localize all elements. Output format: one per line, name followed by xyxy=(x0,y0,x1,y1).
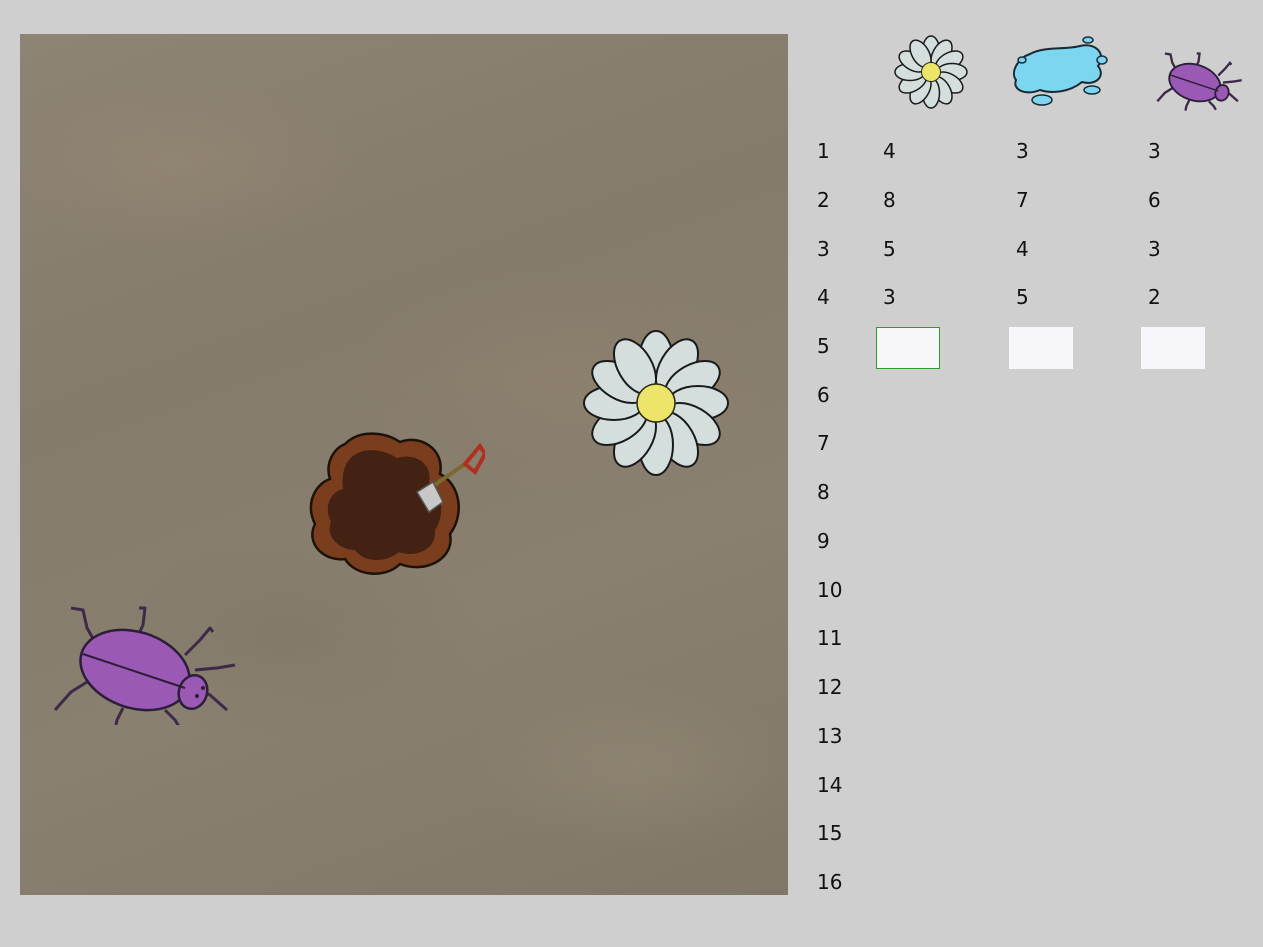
row-number: 13 xyxy=(817,724,843,748)
flower-count-input[interactable] xyxy=(876,327,940,369)
puddle-count: 3 xyxy=(1016,139,1029,163)
flower-count: 8 xyxy=(883,188,896,212)
puddle-count: 4 xyxy=(1016,237,1029,261)
puddle-count: 7 xyxy=(1016,188,1029,212)
row-number: 8 xyxy=(817,480,830,504)
row-number: 9 xyxy=(817,529,830,553)
beetle-count-input[interactable] xyxy=(1141,327,1205,369)
flower-count: 4 xyxy=(883,139,896,163)
beetle-count: 2 xyxy=(1148,285,1161,309)
flower-count: 5 xyxy=(883,237,896,261)
row-number: 12 xyxy=(817,675,843,699)
row-number: 16 xyxy=(817,870,843,894)
play-field[interactable] xyxy=(20,34,788,895)
row-number: 15 xyxy=(817,821,843,845)
flower-icon[interactable] xyxy=(580,327,732,479)
flower-count: 3 xyxy=(883,285,896,309)
puddle-count-input[interactable] xyxy=(1009,327,1073,369)
beetle-count: 3 xyxy=(1148,237,1161,261)
puddle-icon xyxy=(1012,36,1108,106)
flower-icon xyxy=(894,35,968,109)
beetle-count: 3 xyxy=(1148,139,1161,163)
dirt-patch-with-shovel-icon[interactable] xyxy=(305,424,485,584)
row-number: 11 xyxy=(817,626,843,650)
beetle-icon[interactable] xyxy=(35,570,240,725)
beetle-icon xyxy=(1156,52,1242,111)
row-number: 7 xyxy=(817,431,830,455)
row-number: 10 xyxy=(817,578,843,602)
puddle-count: 5 xyxy=(1016,285,1029,309)
row-number: 4 xyxy=(817,285,830,309)
row-number: 5 xyxy=(817,334,830,358)
row-number: 2 xyxy=(817,188,830,212)
row-number: 6 xyxy=(817,383,830,407)
row-number: 14 xyxy=(817,773,843,797)
row-number: 3 xyxy=(817,237,830,261)
beetle-count: 6 xyxy=(1148,188,1161,212)
row-number: 1 xyxy=(817,139,830,163)
